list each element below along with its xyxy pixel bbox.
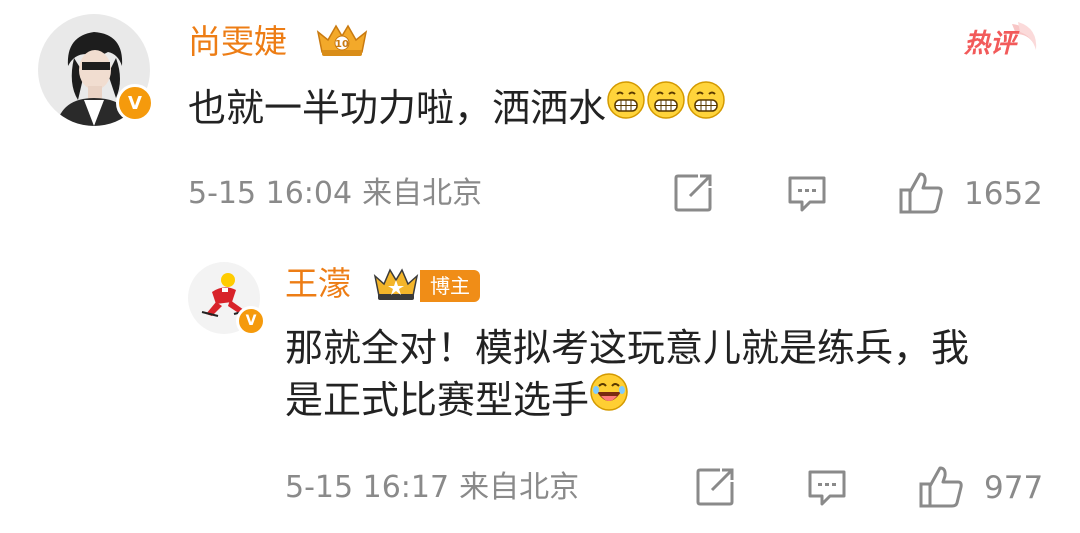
share-icon[interactable] [672,172,714,214]
comment-body: 也就一半功力啦，洒洒水 [188,86,607,130]
reply-meta: 5-15 16:17 来自北京 [285,468,579,508]
comment-icon[interactable] [806,466,848,508]
location: 来自北京 [459,470,580,505]
username[interactable]: 王濛 [285,264,351,304]
member-crown-icon [372,266,420,302]
like-count: 977 [984,470,1044,506]
verified-badge-icon: V [116,84,154,122]
comment-icon[interactable] [786,172,828,214]
thumbs-up-icon[interactable] [898,170,944,216]
blogger-badge: 博主 [420,270,480,302]
share-icon[interactable] [694,466,736,508]
reply-text: 那就全对！模拟考这玩意儿就是练兵，我是正式比赛型选手 [285,322,985,426]
grin-emoji-icon [646,80,686,133]
laugh-emoji-icon [589,372,629,425]
grin-emoji-icon [686,80,726,133]
avatar[interactable]: V [38,14,154,126]
timestamp: 5-15 16:17 [285,470,450,505]
timestamp: 5-15 16:04 [188,176,353,211]
hot-comment-tag: 热评 [960,20,1040,68]
svg-text:10: 10 [335,39,349,50]
verified-badge-icon: V [236,306,266,336]
hot-label: 热评 [964,29,1017,59]
like-count: 1652 [964,176,1043,212]
comment-text: 也就一半功力啦，洒洒水 [188,80,1018,134]
grin-emoji-icon [606,80,646,133]
username[interactable]: 尚雯婕 [188,22,287,62]
thumbs-up-icon[interactable] [918,464,964,510]
avatar[interactable]: V [188,262,266,336]
comment-meta: 5-15 16:04 来自北京 [188,174,482,214]
fan-level-crown-icon: 10 [314,22,370,58]
location: 来自北京 [362,176,483,211]
